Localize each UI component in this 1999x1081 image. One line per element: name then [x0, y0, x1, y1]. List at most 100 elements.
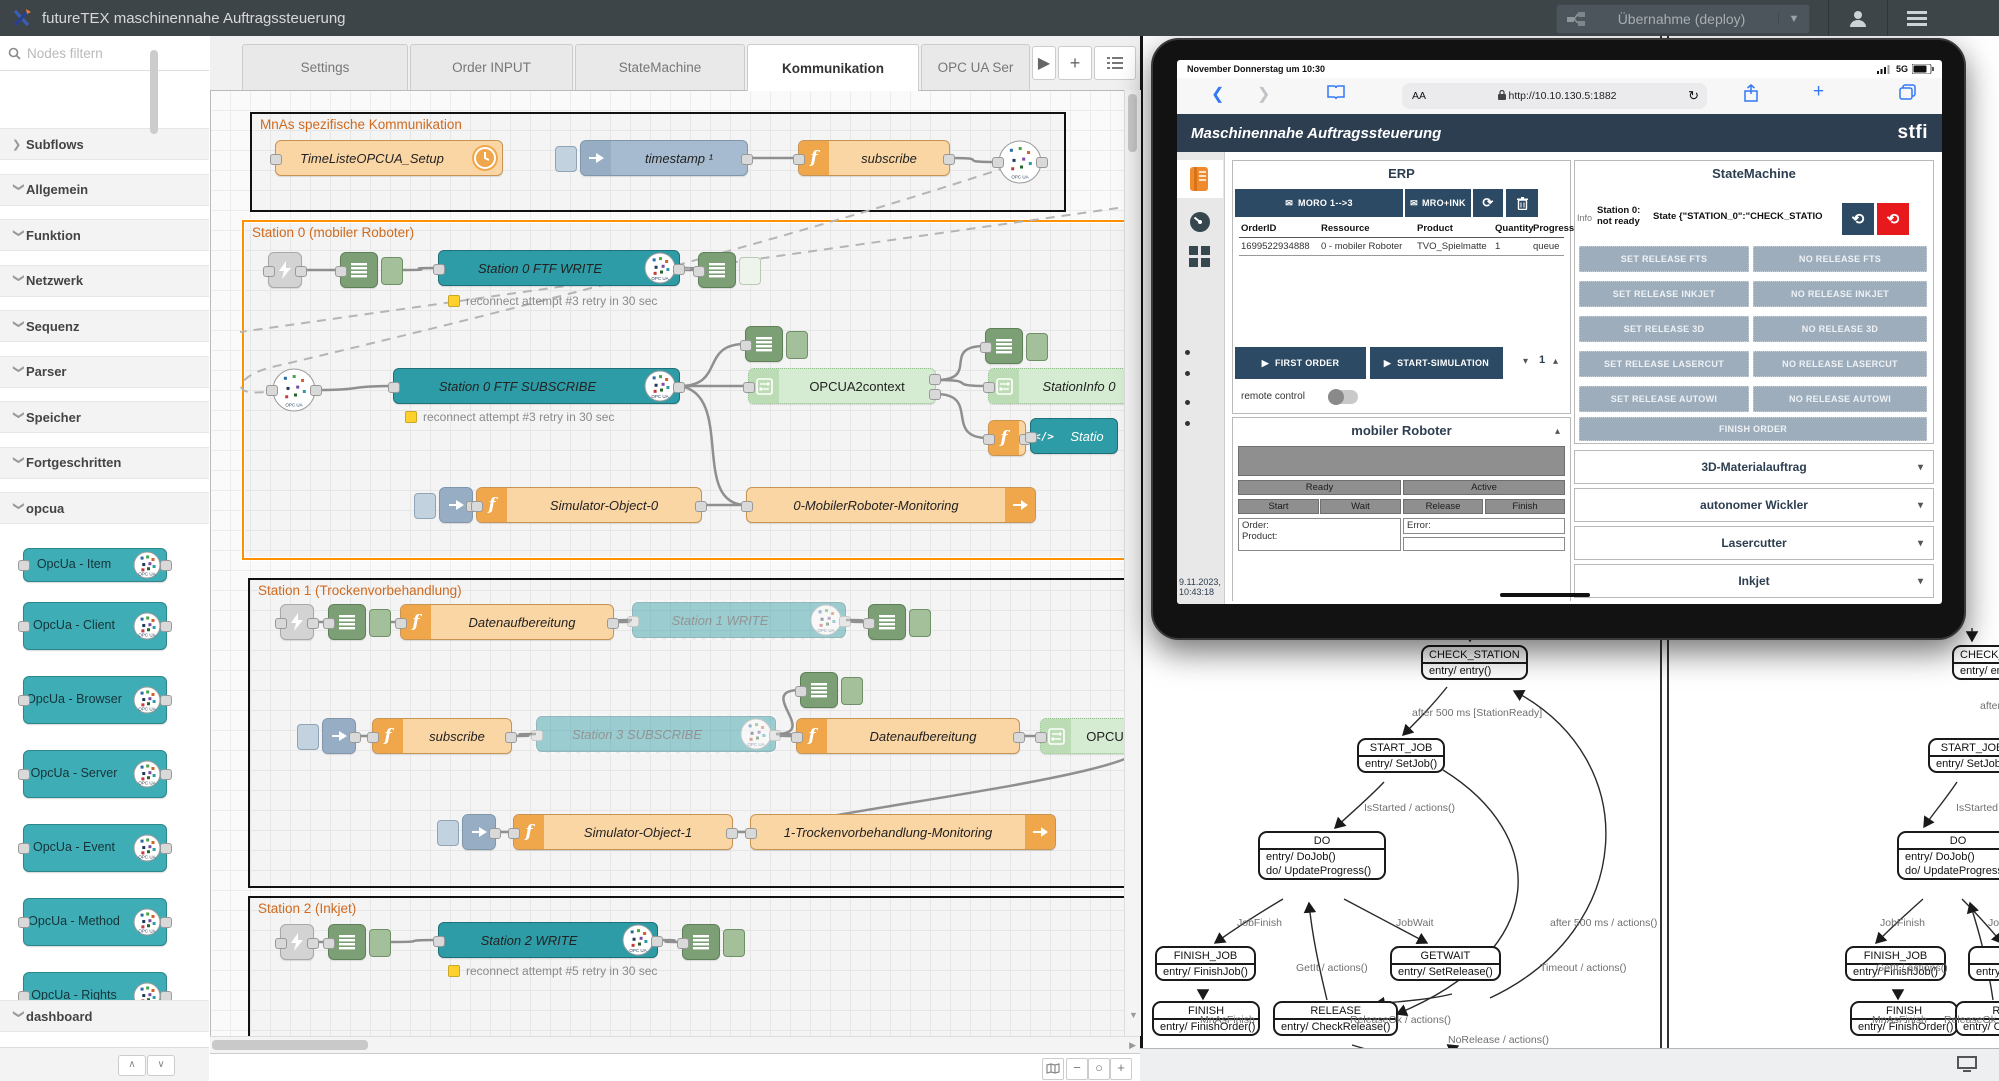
new-tab-icon[interactable]: +	[1813, 81, 1824, 103]
back-button[interactable]: ❮	[1211, 84, 1224, 104]
flow-node-timestamp-[interactable]: timestamp ¹	[580, 140, 748, 176]
input-port[interactable]	[323, 938, 335, 949]
palette-category-parser[interactable]: ❯Parser	[0, 356, 209, 388]
tabs-icon[interactable]	[1899, 84, 1916, 100]
input-port[interactable]	[793, 154, 805, 165]
inject-button[interactable]	[414, 493, 436, 519]
palette-category-funktion[interactable]: ❯Funktion	[0, 219, 209, 251]
output-port[interactable]	[349, 732, 361, 743]
debug-toggle-button[interactable]	[739, 257, 761, 285]
canvas-vertical-scrollbar[interactable]: ▼	[1124, 90, 1141, 1036]
dropdown-3d-materialauftrag[interactable]: 3D-Materialauftrag▾	[1574, 450, 1934, 484]
mro-ink-button[interactable]: ✉ MRO+INK	[1405, 189, 1471, 217]
flow-node-station-3-subscribe[interactable]: Station 3 SUBSCRIBEOPC UA	[536, 716, 776, 752]
flow-node-function[interactable]: f	[988, 420, 1026, 456]
flow-node-1-trockenvorbehandlung-monitoring[interactable]: 1-Trockenvorbehandlung-Monitoring	[750, 814, 1056, 850]
flow-node-stationinfo-0[interactable]: StationInfo 0	[988, 368, 1124, 404]
output-port[interactable]	[726, 828, 738, 839]
delete-orders-button[interactable]	[1506, 189, 1538, 217]
flow-node-injectb[interactable]	[322, 718, 356, 754]
output-port[interactable]	[651, 936, 663, 947]
flow-node-debug[interactable]	[682, 924, 720, 960]
input-port[interactable]	[18, 769, 30, 780]
debug-toggle-button[interactable]	[841, 677, 863, 705]
tab-kommunikation[interactable]: Kommunikation	[747, 44, 919, 91]
input-port[interactable]	[323, 618, 335, 629]
input-port[interactable]	[677, 938, 689, 949]
palette-search-input[interactable]: Nodes filtern	[0, 36, 209, 71]
flow-node-opcu[interactable]: OPCU	[1040, 718, 1124, 754]
flow-node-opcua2context[interactable]: OPCUA2context	[748, 368, 936, 404]
input-port[interactable]	[367, 732, 379, 743]
collapse-icon[interactable]: ▴	[1555, 426, 1560, 437]
gauge-icon[interactable]	[1188, 210, 1212, 234]
display-icon[interactable]	[1957, 1056, 1977, 1073]
palette-category-speicher[interactable]: ❯Speicher	[0, 401, 209, 433]
output-port[interactable]	[160, 560, 172, 571]
input-port[interactable]	[508, 828, 520, 839]
output-port[interactable]	[160, 621, 172, 632]
input-port[interactable]	[743, 382, 755, 393]
palette-category-dashboard[interactable]: ❯dashboard	[0, 1000, 209, 1032]
output-port[interactable]	[307, 938, 319, 949]
flow-node-simulator-object-0[interactable]: fSimulator-Object-0	[476, 487, 702, 523]
home-indicator[interactable]	[1500, 593, 1590, 597]
flow-node-linkin[interactable]	[280, 924, 314, 960]
flow-node-opcua-client[interactable]: OPC UA	[998, 140, 1042, 184]
flow-node-simulator-object-1[interactable]: fSimulator-Object-1	[513, 814, 733, 850]
input-port[interactable]	[1035, 732, 1047, 743]
deploy-button[interactable]: Übernahme (deploy) ▼	[1556, 4, 1810, 34]
canvas-horizontal-scrollbar[interactable]: ▶	[210, 1036, 1140, 1054]
input-port[interactable]	[983, 382, 995, 393]
bookmarks-icon[interactable]	[1327, 84, 1345, 100]
button-set-release-lasercut[interactable]: SET RELEASE LASERCUT	[1579, 351, 1749, 377]
palette-node-opcua-server[interactable]: OpcUa - ServerOPC UA	[23, 750, 167, 798]
output-port[interactable]	[839, 616, 851, 627]
robot-step-start[interactable]: Start	[1238, 499, 1319, 514]
input-port[interactable]	[275, 938, 287, 949]
button-no-release-3d[interactable]: NO RELEASE 3D	[1753, 316, 1927, 342]
flow-node-debug[interactable]	[745, 326, 783, 362]
robot-step-finish[interactable]: Finish	[1485, 499, 1565, 514]
flow-node-station-0-ftf-write[interactable]: Station 0 FTF WRITEOPC UA	[438, 250, 680, 286]
input-port[interactable]	[741, 501, 753, 512]
input-port[interactable]	[863, 618, 875, 629]
tab-settings[interactable]: Settings	[242, 44, 408, 90]
input-port[interactable]	[992, 157, 1004, 168]
debug-toggle-button[interactable]	[369, 929, 391, 957]
dropdown-inkjet[interactable]: Inkjet▾	[1574, 564, 1934, 598]
flow-node-debug[interactable]	[328, 604, 366, 640]
button-no-release-lasercut[interactable]: NO RELEASE LASERCUT	[1753, 351, 1927, 377]
flow-list-button[interactable]	[1094, 46, 1136, 80]
first-order-button[interactable]: ▶ FIRST ORDER	[1235, 347, 1366, 379]
main-menu-button[interactable]	[1888, 0, 1946, 36]
tab-statemachine[interactable]: StateMachine	[575, 44, 745, 90]
stepper-down[interactable]: ▾	[1523, 356, 1528, 367]
palette-node-opcua-method[interactable]: OpcUa - MethodOPC UA	[23, 898, 167, 946]
output-port[interactable]	[929, 389, 941, 400]
input-port[interactable]	[791, 732, 803, 743]
add-flow-button[interactable]: +	[1058, 46, 1092, 80]
palette-node-opcua-item[interactable]: OpcUa - ItemOPC UA	[23, 548, 167, 582]
button-set-release-autowi[interactable]: SET RELEASE AUTOWI	[1579, 386, 1749, 412]
output-port[interactable]	[160, 695, 172, 706]
address-bar[interactable]: AA http://10.10.130.5:1882 ↻	[1402, 83, 1707, 109]
flow-node-subscribe[interactable]: fsubscribe	[798, 140, 950, 176]
expand-all-button[interactable]: ∨	[147, 1055, 175, 1076]
flow-node-debug[interactable]	[800, 672, 838, 708]
input-port[interactable]	[531, 730, 543, 741]
input-port[interactable]	[1025, 432, 1037, 443]
minimap-button[interactable]	[1042, 1058, 1064, 1080]
flow-node-datenaufbereitung[interactable]: fDatenaufbereitung	[400, 604, 614, 640]
input-port[interactable]	[693, 266, 705, 277]
zoom-in-button[interactable]: +	[1110, 1058, 1132, 1080]
input-port[interactable]	[795, 686, 807, 697]
zoom-reset-button[interactable]: ○	[1088, 1058, 1110, 1080]
output-port[interactable]	[741, 154, 753, 165]
palette-category-allgemein[interactable]: ❯Allgemein	[0, 174, 209, 206]
input-port[interactable]	[18, 843, 30, 854]
input-port[interactable]	[18, 560, 30, 571]
reload-icon[interactable]: ↻	[1688, 88, 1699, 104]
palette-scrollbar[interactable]	[150, 50, 158, 134]
scroll-down-arrow[interactable]: ▼	[1129, 1010, 1138, 1020]
